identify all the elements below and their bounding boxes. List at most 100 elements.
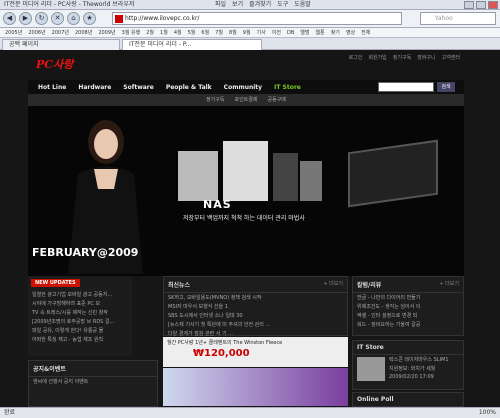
bookmark-item[interactable]: 3월 유행 [120, 29, 143, 36]
bookmark-item[interactable]: 9월 [241, 29, 253, 36]
forward-icon[interactable]: ▶ [19, 12, 32, 25]
address-text: http://www.ilovepc.co.kr/ [125, 15, 200, 22]
list-item[interactable]: 일렬한 광고기업 모바일 광고 공동지... [28, 290, 132, 299]
bookmark-item[interactable]: 전체 [359, 29, 372, 36]
subscribe-link[interactable]: 정기구독 [393, 54, 411, 61]
news-panel: 최신뉴스 + 더보기 SK하고, 모바일용도(MVNO) 정책 검색 시작 MS… [163, 276, 348, 337]
sub-nav: 정기구독 포인트결제 공동구매 [28, 94, 464, 106]
list-item[interactable]: 어떠한 특징 재고 - 농업 재조 원칙 [28, 335, 132, 344]
hero-title: NAS [203, 198, 232, 211]
address-bar[interactable]: http://www.ilovepc.co.kr/ [112, 12, 402, 25]
bookmark-item[interactable]: 5월 [186, 29, 198, 36]
list-item[interactable]: MSI자 마우서 보행식 선을 1 [164, 302, 347, 311]
site-search-button[interactable]: 검색 [437, 82, 455, 92]
nav-people-talk[interactable]: People & Talk [166, 84, 212, 91]
web-search-placeholder: Yahoo [435, 15, 453, 22]
product-date: 2009/02/20 17:09 [389, 374, 434, 380]
list-item[interactable]: 한글 - 나만의 다이어리 만들기 [353, 293, 463, 302]
menu-tools[interactable]: 도구 [277, 0, 288, 10]
bookmark-item[interactable]: DB [285, 30, 296, 36]
nav-community[interactable]: Community [224, 84, 262, 91]
support-link[interactable]: 고객센터 [442, 54, 460, 61]
bookmark-item[interactable]: 앨범 [298, 29, 311, 36]
list-item[interactable]: 위제조건도 - 생각는 넘어서 이 [353, 302, 463, 311]
menu-help[interactable]: 도움말 [294, 0, 311, 10]
list-item[interactable]: TV 속 트레스/시를 제작는 신민 창작 [28, 308, 132, 317]
tab-strip: 공백 페이지 IT전문 미디어 리더 - P... [0, 38, 500, 50]
fleece-ad[interactable]: 월간 PC사랑 1년+ 클레멘트의 The Winston Fleece ₩12… [163, 337, 348, 367]
subnav-item[interactable]: 포인트결제 [234, 94, 257, 106]
column-more-link[interactable]: + 더보기 [439, 280, 459, 287]
hero-banner[interactable]: NAS 저장부터 백업까지 척척 하는 데이터 관리 마법사 FEBRUARY@… [28, 106, 464, 276]
bookmark-item[interactable]: 찾기 [329, 29, 342, 36]
list-item[interactable]: [2009년조명의 호주공방 브 RDS 걸... [28, 317, 132, 326]
poll-title: Online Poll [353, 393, 463, 407]
menu-view[interactable]: 보기 [232, 0, 243, 10]
list-item[interactable]: [뉴스제 기사기 첫 특단에 미 주셔의 안전 관리 ... [164, 320, 347, 329]
bookmark-item[interactable]: 2007년 [50, 29, 71, 36]
new-updates-panel: NEW UPDATES 일렬한 광고기업 모바일 광고 공동지... 시야에 가… [28, 276, 132, 356]
tab-blank-label: 공백 페이지 [9, 41, 39, 48]
tab-blank[interactable]: 공백 페이지 [2, 39, 120, 50]
tab-pc-sarang[interactable]: IT전문 미디어 리더 - P... [122, 39, 262, 50]
bookmark-item[interactable]: 2009년 [96, 29, 117, 36]
bookmark-item[interactable]: 2005년 [3, 29, 24, 36]
list-item[interactable]: 파일 공유, 이렇게 한다! 유통공 물 [28, 326, 132, 335]
nav-software[interactable]: Software [123, 84, 154, 91]
favorites-icon[interactable]: ★ [83, 12, 96, 25]
notice-panel: 공지&이벤트 엔씨에 선행서 공지 이벤트 [28, 360, 158, 407]
list-item[interactable]: 엔씨에 선행서 공지 이벤트 [29, 377, 157, 386]
web-page: PC사랑 로그인 회원가입 정기구독 장바구니 고객센터 Hot Line Ha… [0, 50, 500, 407]
it-store-panel: IT Store 렉스콘 레이저마우스 SLIM1 지원정보: 와치가 세월 2… [352, 340, 464, 390]
login-link[interactable]: 로그인 [349, 54, 363, 61]
bookmark-item[interactable]: 4월 [172, 29, 184, 36]
hp-dvs-ad[interactable] [163, 368, 348, 406]
subnav-item[interactable]: 정기구독 [206, 94, 224, 106]
list-item[interactable]: SBS 도시에서 인터넷 소나 일대 30 [164, 311, 347, 320]
product-name[interactable]: 렉스콘 레이저마우스 SLIM1 [385, 355, 463, 364]
window-controls [464, 1, 498, 9]
bookmark-item[interactable]: 2008년 [73, 29, 94, 36]
list-item[interactable]: 시야에 가구방해하려 표준 PC 모 [28, 299, 132, 308]
list-item[interactable]: 워드 - 정비요하는 기울여 갈공 [353, 320, 463, 329]
bookmark-item[interactable]: 7월 [213, 29, 225, 36]
bookmark-item[interactable]: 영상 [344, 29, 357, 36]
list-item[interactable]: 엑셀 - 인터 설정으로 변경 되 [353, 311, 463, 320]
bookmark-item[interactable]: 8월 [227, 29, 239, 36]
list-item[interactable]: SK하고, 모바일용도(MVNO) 정책 검색 시작 [164, 293, 347, 302]
bookmark-item[interactable]: 1월 [158, 29, 170, 36]
news-title: 최신뉴스 [164, 277, 347, 293]
bookmark-item[interactable]: 6월 [199, 29, 211, 36]
news-more-link[interactable]: + 더보기 [323, 280, 343, 287]
tablet-image [348, 139, 438, 208]
menu-favorites[interactable]: 즐겨찾기 [249, 0, 271, 10]
site-logo[interactable]: PC사랑 [36, 56, 73, 72]
issue-month: FEBRUARY@2009 [32, 246, 139, 259]
stop-icon[interactable]: ✕ [51, 12, 64, 25]
maximize-button[interactable] [476, 1, 486, 9]
menu-file[interactable]: 파일 [215, 0, 226, 10]
bookmark-item[interactable]: 2월 [144, 29, 156, 36]
minimize-button[interactable] [464, 1, 474, 9]
close-button[interactable] [488, 1, 498, 9]
web-search-input[interactable]: Yahoo [420, 12, 496, 25]
signup-link[interactable]: 회원가입 [368, 54, 386, 61]
cart-link[interactable]: 장바구니 [417, 54, 435, 61]
home-icon[interactable]: ⌂ [67, 12, 80, 25]
nav-it-store[interactable]: IT Store [274, 84, 301, 91]
nas-servers-image [178, 141, 322, 201]
bookmark-item[interactable]: 2006년 [26, 29, 47, 36]
product-image[interactable] [357, 357, 385, 381]
it-store-title: IT Store [353, 341, 463, 355]
bookmark-item[interactable]: 기사 [255, 29, 268, 36]
product-desc: 지원정보: 와치가 세월 [389, 366, 436, 372]
nav-hardware[interactable]: Hardware [78, 84, 111, 91]
zoom-level[interactable]: 100% [479, 408, 496, 418]
back-icon[interactable]: ◀ [3, 12, 16, 25]
bookmark-item[interactable]: 이전 [270, 29, 283, 36]
bookmark-item[interactable]: 웹툰 [313, 29, 326, 36]
site-search-input[interactable] [378, 82, 434, 92]
subnav-item[interactable]: 공동구매 [268, 94, 286, 106]
refresh-icon[interactable]: ↻ [35, 12, 48, 25]
nav-hot-line[interactable]: Hot Line [38, 84, 66, 91]
